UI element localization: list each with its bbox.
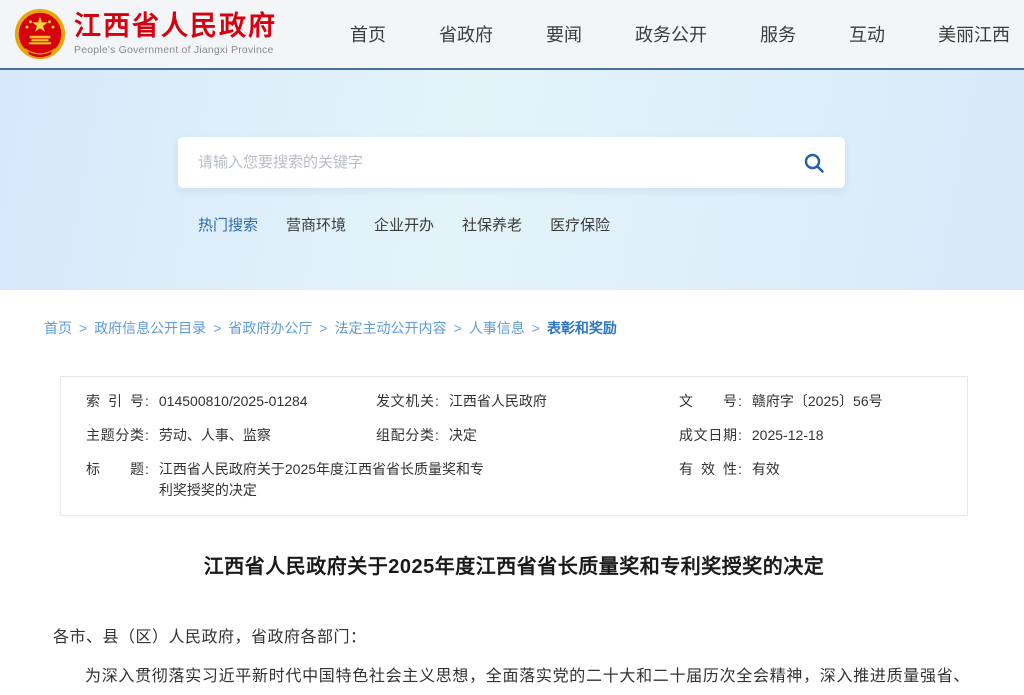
hot-search-row: 热门搜索 营商环境 企业开办 社保养老 医疗保险 — [198, 214, 1024, 235]
nav-item-news[interactable]: 要闻 — [546, 21, 582, 47]
breadcrumb-statutory-disclosure[interactable]: 法定主动公开内容 — [335, 320, 447, 336]
search-box — [178, 137, 845, 188]
hot-search-item-business-env[interactable]: 营商环境 — [286, 214, 346, 235]
breadcrumb-general-office[interactable]: 省政府办公厅 — [228, 320, 312, 336]
meta-index-number: 索引号:014500810/2025-01284 — [86, 391, 376, 412]
meta-issuing-agency: 发文机关:江西省人民政府 — [376, 391, 679, 412]
site-title: 江西省人民政府 — [74, 12, 277, 42]
meta-validity: 有效性:有效 — [679, 459, 957, 501]
site-subtitle: People's Government of Jiangxi Province — [74, 44, 277, 56]
meta-group-category: 组配分类:决定 — [376, 425, 679, 446]
breadcrumb-personnel-info[interactable]: 人事信息 — [469, 320, 525, 336]
nav-item-provincial-gov[interactable]: 省政府 — [439, 21, 493, 47]
breadcrumb-separator: > — [213, 320, 221, 336]
search-icon — [803, 152, 825, 174]
hot-search-item-social-security[interactable]: 社保养老 — [462, 214, 522, 235]
hot-search-item-medical-insurance[interactable]: 医疗保险 — [550, 214, 610, 235]
search-button[interactable] — [799, 148, 829, 178]
nav-item-interaction[interactable]: 互动 — [849, 21, 885, 47]
meta-issue-date: 成文日期:2025-12-18 — [679, 425, 957, 446]
site-logo[interactable]: 江西省人民政府 People's Government of Jiangxi P… — [14, 8, 277, 60]
breadcrumb-gov-info-directory[interactable]: 政府信息公开目录 — [94, 320, 206, 336]
nav-item-gov-affairs[interactable]: 政务公开 — [635, 21, 707, 47]
breadcrumb-home[interactable]: 首页 — [44, 320, 72, 336]
breadcrumb-separator: > — [319, 320, 327, 336]
breadcrumb-separator: > — [79, 320, 87, 336]
document-title: 江西省人民政府关于2025年度江西省省长质量奖和专利奖授奖的决定 — [44, 550, 984, 579]
breadcrumb-separator: > — [532, 320, 540, 336]
meta-title: 标题:江西省人民政府关于2025年度江西省省长质量奖和专利奖授奖的决定 — [86, 459, 679, 501]
search-hero: 热门搜索 营商环境 企业开办 社保养老 医疗保险 — [0, 70, 1024, 290]
document-paragraph: 为深入贯彻落实习近平新时代中国特色社会主义思想，全面落实党的二十大和二十届历次全… — [53, 661, 970, 695]
nav-item-services[interactable]: 服务 — [760, 21, 796, 47]
meta-document-number: 文号:赣府字〔2025〕56号 — [679, 391, 957, 412]
content-card: 首页 > 政府信息公开目录 > 省政府办公厅 > 法定主动公开内容 > 人事信息 > 表彰和奖励 索… — [10, 290, 1014, 695]
nav-item-beautiful-jiangxi[interactable]: 美丽江西 — [938, 21, 1010, 47]
breadcrumb-current-awards: 表彰和奖励 — [547, 320, 617, 336]
hot-search-item-company-setup[interactable]: 企业开办 — [374, 214, 434, 235]
breadcrumb-separator: > — [454, 320, 462, 336]
main-nav: 首页 省政府 要闻 政务公开 服务 互动 美丽江西 — [350, 21, 1010, 47]
meta-subject-category: 主题分类:劳动、人事、监察 — [86, 425, 376, 446]
document-meta-table: 索引号:014500810/2025-01284 发文机关:江西省人民政府 文号… — [60, 376, 968, 516]
breadcrumb: 首页 > 政府信息公开目录 > 省政府办公厅 > 法定主动公开内容 > 人事信息 > 表彰和奖励 — [44, 318, 984, 338]
search-input[interactable] — [198, 154, 799, 171]
site-header: 江西省人民政府 People's Government of Jiangxi P… — [0, 0, 1024, 68]
hot-search-label: 热门搜索 — [198, 214, 258, 235]
document-salutation: 各市、县（区）人民政府，省政府各部门： — [53, 623, 984, 647]
nav-item-home[interactable]: 首页 — [350, 21, 386, 47]
national-emblem-icon — [14, 8, 66, 60]
